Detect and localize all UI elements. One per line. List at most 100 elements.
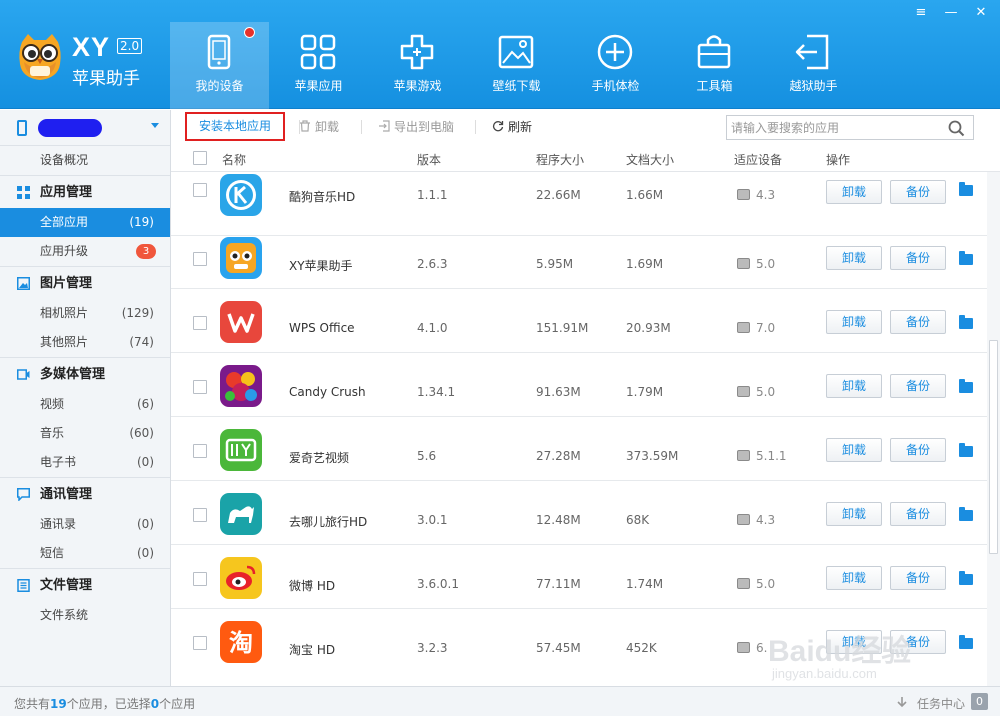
xy-owl-icon bbox=[220, 237, 262, 279]
select-all-checkbox[interactable] bbox=[193, 151, 207, 165]
column-header-version[interactable]: 版本 bbox=[417, 151, 441, 168]
folder-icon[interactable] bbox=[959, 315, 973, 329]
row-checkbox[interactable] bbox=[193, 183, 207, 197]
nav-phone-checkup[interactable]: 手机体检 bbox=[566, 22, 665, 109]
column-header-name[interactable]: 名称 bbox=[222, 151, 246, 168]
doc-size: 1.79M bbox=[626, 385, 664, 399]
search-icon[interactable] bbox=[948, 120, 965, 137]
uninstall-app-button[interactable]: 卸载 bbox=[826, 310, 882, 334]
backup-app-button[interactable]: 备份 bbox=[890, 310, 946, 334]
sidebar-item-contacts[interactable]: 通讯录 (0) bbox=[0, 510, 170, 539]
row-checkbox[interactable] bbox=[193, 636, 207, 650]
backup-app-button[interactable]: 备份 bbox=[890, 566, 946, 590]
vertical-scrollbar[interactable] bbox=[987, 172, 1000, 686]
refresh-icon bbox=[492, 121, 504, 132]
sidebar-item-music[interactable]: 音乐 (60) bbox=[0, 419, 170, 448]
folder-icon[interactable] bbox=[959, 571, 973, 585]
table-row[interactable]: Candy Crush 1.34.1 91.63M 1.79M 5.0 卸载 备… bbox=[171, 353, 987, 417]
table-row[interactable]: 爱奇艺视频 5.6 27.28M 373.59M 5.1.1 卸载 备份 bbox=[171, 417, 987, 481]
export-to-pc-button[interactable]: 导出到电脑 bbox=[378, 110, 454, 144]
uninstall-app-button[interactable]: 卸载 bbox=[826, 566, 882, 590]
table-row[interactable]: XY苹果助手 2.6.3 5.95M 1.69M 5.0 卸载 备份 bbox=[171, 225, 987, 289]
sidebar-group-files[interactable]: 文件管理 bbox=[0, 568, 170, 601]
sidebar-item-app-upgrade[interactable]: 应用升级 3 bbox=[0, 237, 170, 266]
nav-my-device[interactable]: 我的设备 bbox=[170, 22, 269, 109]
sidebar-item-label: 文件系统 bbox=[40, 608, 89, 622]
task-center-button[interactable]: 任务中心 bbox=[917, 695, 965, 712]
download-arrow-icon bbox=[897, 697, 907, 708]
column-header-doc-size[interactable]: 文档大小 bbox=[626, 151, 674, 168]
folder-icon[interactable] bbox=[959, 507, 973, 521]
close-icon[interactable]: ✕ bbox=[966, 4, 996, 22]
sidebar-group-label: 通讯管理 bbox=[40, 487, 93, 502]
uninstall-app-button[interactable]: 卸载 bbox=[826, 180, 882, 204]
app-version: 3.2.3 bbox=[417, 641, 448, 655]
nav-jailbreak[interactable]: 越狱助手 bbox=[764, 22, 863, 109]
sidebar-item-all-apps[interactable]: 全部应用 (19) bbox=[0, 208, 170, 237]
nav-apple-games[interactable]: 苹果游戏 bbox=[368, 22, 467, 109]
folder-icon[interactable] bbox=[959, 251, 973, 265]
sidebar-item-file-system[interactable]: 文件系统 bbox=[0, 601, 170, 630]
sidebar-group-apps[interactable]: 应用管理 bbox=[0, 175, 170, 208]
uninstall-button[interactable]: 卸载 bbox=[299, 110, 339, 144]
app-version: 5.6 bbox=[417, 449, 437, 463]
backup-app-button[interactable]: 备份 bbox=[890, 438, 946, 462]
app-name: 爱奇艺视频 bbox=[289, 451, 350, 465]
sidebar-item-other-photos[interactable]: 其他照片 (74) bbox=[0, 328, 170, 357]
refresh-button[interactable]: 刷新 bbox=[492, 110, 532, 144]
row-checkbox[interactable] bbox=[193, 444, 207, 458]
row-checkbox[interactable] bbox=[193, 508, 207, 522]
row-checkbox[interactable] bbox=[193, 252, 207, 266]
candy-crush-icon bbox=[220, 365, 262, 407]
toolbar-divider bbox=[361, 120, 362, 134]
search-input[interactable] bbox=[727, 116, 937, 139]
sidebar-item-sms[interactable]: 短信 (0) bbox=[0, 539, 170, 568]
nav-wallpaper[interactable]: 壁纸下载 bbox=[467, 22, 566, 109]
app-version: 3.0.1 bbox=[417, 513, 448, 527]
install-local-app-button[interactable]: 安装本地应用 bbox=[185, 112, 285, 141]
item-count: (0) bbox=[137, 546, 154, 560]
table-row[interactable]: WPS Office 4.1.0 151.91M 20.93M 7.0 卸载 备… bbox=[171, 289, 987, 353]
logo-xy-text: XY bbox=[72, 32, 111, 62]
menu-icon[interactable]: ≡ bbox=[906, 4, 936, 22]
backup-app-button[interactable]: 备份 bbox=[890, 246, 946, 270]
doc-size: 373.59M bbox=[626, 449, 679, 463]
sidebar-item-video[interactable]: 视频 (6) bbox=[0, 390, 170, 419]
nav-toolbox[interactable]: 工具箱 bbox=[665, 22, 764, 109]
sidebar-item-ebook[interactable]: 电子书 (0) bbox=[0, 448, 170, 477]
minimize-icon[interactable]: — bbox=[936, 4, 966, 22]
sidebar-item-overview[interactable]: 设备概况 bbox=[0, 146, 170, 175]
chevron-down-icon[interactable] bbox=[151, 123, 159, 128]
item-count: (129) bbox=[121, 306, 154, 320]
uninstall-app-button[interactable]: 卸载 bbox=[826, 246, 882, 270]
device-selector[interactable] bbox=[0, 110, 170, 146]
table-row[interactable]: 微博 HD 3.6.0.1 77.11M 1.74M 5.0 卸载 备份 bbox=[171, 545, 987, 609]
backup-app-button[interactable]: 备份 bbox=[890, 374, 946, 398]
sidebar-group-images[interactable]: 图片管理 bbox=[0, 266, 170, 299]
nav-apple-apps[interactable]: 苹果应用 bbox=[269, 22, 368, 109]
row-checkbox[interactable] bbox=[193, 572, 207, 586]
row-checkbox[interactable] bbox=[193, 316, 207, 330]
device-version: 5.0 bbox=[756, 257, 776, 271]
uninstall-app-button[interactable]: 卸载 bbox=[826, 374, 882, 398]
column-header-program-size[interactable]: 程序大小 bbox=[536, 151, 584, 168]
app-name: XY苹果助手 bbox=[289, 259, 353, 273]
sidebar-group-media[interactable]: 多媒体管理 bbox=[0, 357, 170, 390]
sidebar-group-communication[interactable]: 通讯管理 bbox=[0, 477, 170, 510]
folder-icon[interactable] bbox=[959, 443, 973, 457]
item-count: (0) bbox=[137, 517, 154, 531]
sidebar-item-camera-photos[interactable]: 相机照片 (129) bbox=[0, 299, 170, 328]
export-label: 导出到电脑 bbox=[394, 120, 455, 134]
row-checkbox[interactable] bbox=[193, 380, 207, 394]
app-name: 去哪儿旅行HD bbox=[289, 515, 368, 529]
uninstall-app-button[interactable]: 卸载 bbox=[826, 438, 882, 462]
nav-label: 苹果应用 bbox=[294, 79, 343, 93]
uninstall-app-button[interactable]: 卸载 bbox=[826, 502, 882, 526]
backup-app-button[interactable]: 备份 bbox=[890, 180, 946, 204]
app-name: Candy Crush bbox=[289, 385, 366, 399]
table-row[interactable]: 去哪儿旅行HD 3.0.1 12.48M 68K 4.3 卸载 备份 bbox=[171, 481, 987, 545]
folder-icon[interactable] bbox=[959, 379, 973, 393]
folder-icon[interactable] bbox=[959, 182, 973, 196]
backup-app-button[interactable]: 备份 bbox=[890, 502, 946, 526]
scrollbar-thumb[interactable] bbox=[989, 340, 998, 554]
